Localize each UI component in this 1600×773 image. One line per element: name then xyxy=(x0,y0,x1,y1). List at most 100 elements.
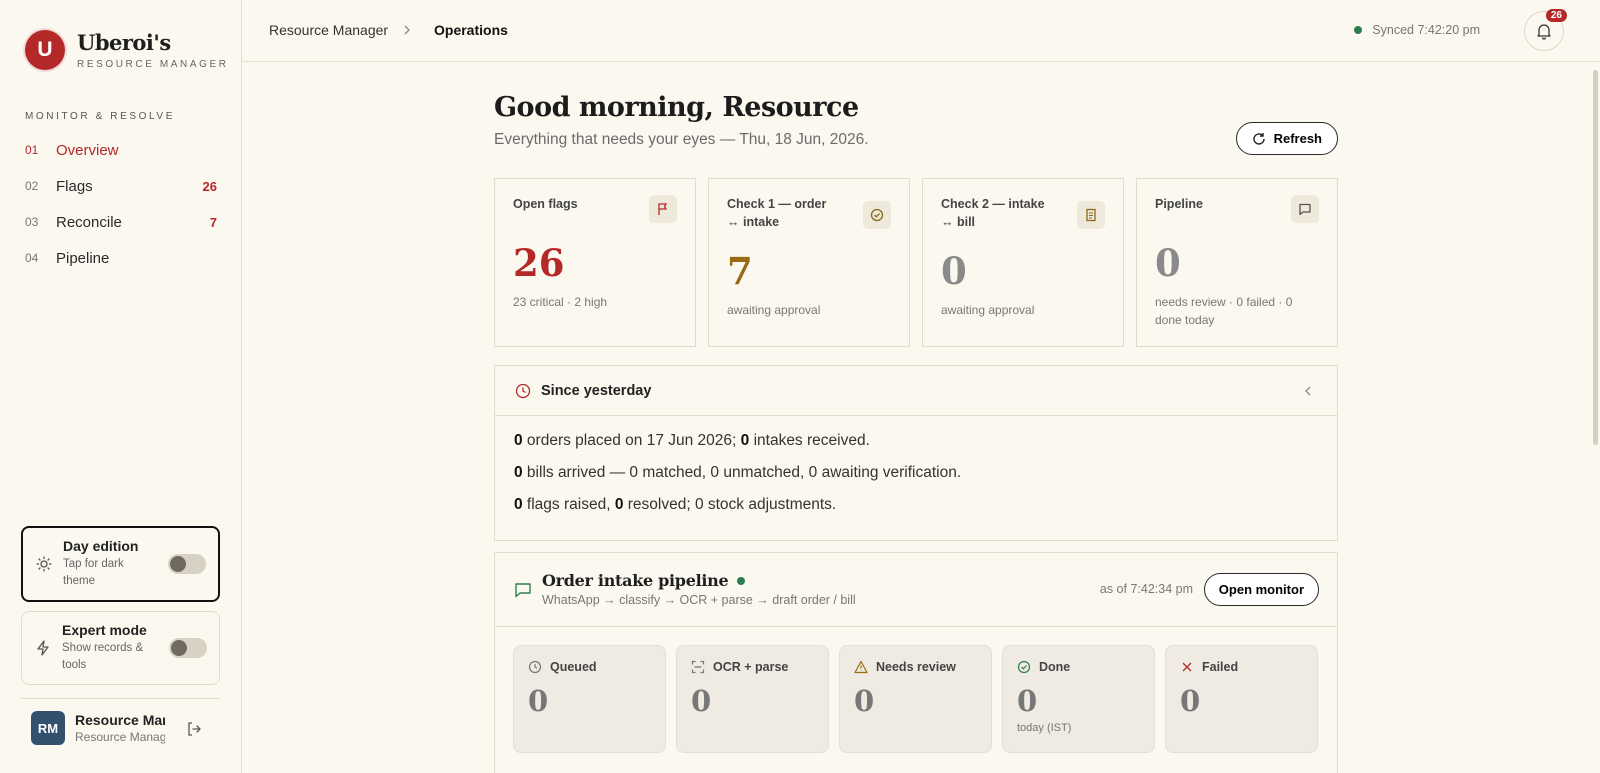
chat-icon xyxy=(515,583,531,598)
refresh-label: Refresh xyxy=(1273,131,1322,146)
close-icon xyxy=(1182,662,1192,672)
pipeline-title: Order intake pipeline xyxy=(542,571,746,590)
pipeline-flow: WhatsApp → classify → OCR + parse → draf… xyxy=(542,593,856,607)
stage-value: 0 xyxy=(854,684,875,718)
sidebar-item-flags[interactable]: 02 Flags 26 xyxy=(0,168,242,204)
nav-number: 01 xyxy=(25,143,39,157)
stat-label: Check 2 — intake ↔ bill xyxy=(941,197,1045,229)
logout-icon[interactable] xyxy=(186,721,202,737)
flag-icon xyxy=(649,195,677,223)
clock-icon xyxy=(515,383,531,398)
scrollbar[interactable] xyxy=(1593,70,1598,445)
warning-icon xyxy=(854,660,868,674)
expert-mode-title: Expert mode xyxy=(62,622,147,638)
stat-value: 26 xyxy=(513,241,565,285)
since-line-orders: 0 orders placed on 17 Jun 2026; 0 intake… xyxy=(514,432,870,449)
stage-label: Needs review xyxy=(876,660,956,674)
sync-status: Synced 7:42:20 pm xyxy=(1354,23,1480,37)
stage-value: 0 xyxy=(691,684,712,718)
stage-done[interactable]: Done 0 today (IST) xyxy=(1002,645,1155,753)
stage-label: Done xyxy=(1039,660,1071,674)
stat-note: awaiting approval xyxy=(727,303,821,317)
refresh-button[interactable]: Refresh xyxy=(1235,122,1338,155)
stat-card-open-flags[interactable]: Open flags 26 23 critical · 2 high xyxy=(494,178,696,347)
stage-failed[interactable]: Failed 0 xyxy=(1165,645,1318,753)
page-title: Good morning, Resource xyxy=(494,92,859,123)
stat-note: 23 critical · 2 high xyxy=(513,295,608,309)
pipeline-as-of: as of 7:42:34 pm xyxy=(1099,582,1193,596)
switch-knob xyxy=(171,640,187,656)
document-icon xyxy=(1077,201,1105,229)
pipeline-header: Order intake pipeline WhatsApp → classif… xyxy=(495,553,1337,627)
expert-mode-switch[interactable] xyxy=(169,638,207,658)
stage-queued[interactable]: Queued 0 xyxy=(513,645,666,753)
check-circle-icon xyxy=(1017,660,1031,674)
stat-cards: Open flags 26 23 critical · 2 high Check… xyxy=(494,178,1338,347)
brand[interactable]: U Uberoi's RESOURCE MANAGER xyxy=(25,30,229,70)
stat-card-pipeline[interactable]: Pipeline 0 needs review · 0 failed · 0 d… xyxy=(1136,178,1338,347)
nav-number: 04 xyxy=(25,251,39,265)
stat-card-check-1[interactable]: Check 1 — order ↔ intake 7 awaiting appr… xyxy=(708,178,910,347)
user-role: Resource Manager xyxy=(75,730,165,744)
breadcrumb-operations: Operations xyxy=(434,22,508,38)
stage-ocr-parse[interactable]: OCR + parse 0 xyxy=(676,645,829,753)
user-profile[interactable]: RM Resource Manager Resource Manager xyxy=(21,698,220,745)
day-edition-desc: Tap for dark theme xyxy=(63,558,124,587)
since-line-flags: 0 flags raised, 0 resolved; 0 stock adju… xyxy=(514,496,837,513)
sidebar-item-label: Pipeline xyxy=(56,249,110,267)
sidebar-item-label: Overview xyxy=(56,141,119,159)
sun-icon xyxy=(36,556,52,572)
stage-label: Failed xyxy=(1202,660,1239,674)
reconcile-count-badge: 7 xyxy=(209,214,217,230)
stage-needs-review[interactable]: Needs review 0 xyxy=(839,645,992,753)
sidebar-item-label: Flags xyxy=(56,177,93,195)
expert-mode-toggle[interactable]: Expert mode Show records & tools xyxy=(21,611,220,685)
breadcrumb-resource-manager[interactable]: Resource Manager xyxy=(269,22,388,38)
bell-icon xyxy=(1537,24,1551,40)
switch-knob xyxy=(170,556,186,572)
nav-section-label: MONITOR & RESOLVE xyxy=(25,111,175,122)
sidebar-item-overview[interactable]: 01 Overview xyxy=(0,132,242,168)
stat-note: needs review · 0 failed · 0 done today xyxy=(1155,295,1293,327)
nav-number: 03 xyxy=(25,215,39,229)
day-edition-toggle[interactable]: Day edition Tap for dark theme xyxy=(21,526,220,602)
message-icon xyxy=(1291,195,1319,223)
chevron-right-icon xyxy=(404,25,410,35)
stat-label: Check 1 — order ↔ intake xyxy=(727,197,827,229)
since-yesterday-header[interactable]: Since yesterday xyxy=(495,366,1337,416)
stat-card-check-2[interactable]: Check 2 — intake ↔ bill 0 awaiting appro… xyxy=(922,178,1124,347)
stage-note: today (IST) xyxy=(1017,722,1072,734)
stat-label: Pipeline xyxy=(1155,197,1203,211)
sync-text: Synced 7:42:20 pm xyxy=(1372,23,1480,37)
since-yesterday-panel: Since yesterday 0 orders placed on 17 Ju… xyxy=(494,365,1338,541)
page-subtitle: Everything that needs your eyes — Thu, 1… xyxy=(494,131,869,148)
lightning-icon xyxy=(37,640,49,656)
stat-note: awaiting approval xyxy=(941,303,1035,317)
day-edition-switch[interactable] xyxy=(168,554,206,574)
stat-value: 0 xyxy=(941,249,967,293)
scan-icon xyxy=(691,660,705,674)
stage-value: 0 xyxy=(1180,684,1201,718)
since-yesterday-title: Since yesterday xyxy=(541,382,652,399)
clock-icon xyxy=(528,660,542,674)
stage-value: 0 xyxy=(528,684,549,718)
flags-count-badge: 26 xyxy=(202,178,217,194)
open-monitor-button[interactable]: Open monitor xyxy=(1203,573,1319,606)
live-dot xyxy=(737,576,746,585)
chevron-left-icon[interactable] xyxy=(1304,385,1312,397)
avatar: RM xyxy=(31,711,65,745)
stat-label: Open flags xyxy=(513,197,578,211)
refresh-icon xyxy=(1252,132,1265,145)
stage-value: 0 xyxy=(1017,684,1038,718)
sync-dot xyxy=(1354,26,1363,34)
notifications-button[interactable]: 26 xyxy=(1524,9,1567,51)
order-intake-pipeline-panel: Order intake pipeline WhatsApp → classif… xyxy=(494,552,1338,773)
sidebar-item-reconcile[interactable]: 03 Reconcile 7 xyxy=(0,204,242,240)
nav-number: 02 xyxy=(25,179,39,193)
check-circle-icon xyxy=(863,201,891,229)
sidebar-item-pipeline[interactable]: 04 Pipeline xyxy=(0,240,242,276)
stat-value: 0 xyxy=(1155,241,1181,285)
pipeline-stages: Queued 0 OCR + parse 0 Needs review 0 Do… xyxy=(495,627,1337,773)
sidebar: U Uberoi's RESOURCE MANAGER MONITOR & RE… xyxy=(0,0,242,773)
stat-value: 7 xyxy=(727,249,753,293)
